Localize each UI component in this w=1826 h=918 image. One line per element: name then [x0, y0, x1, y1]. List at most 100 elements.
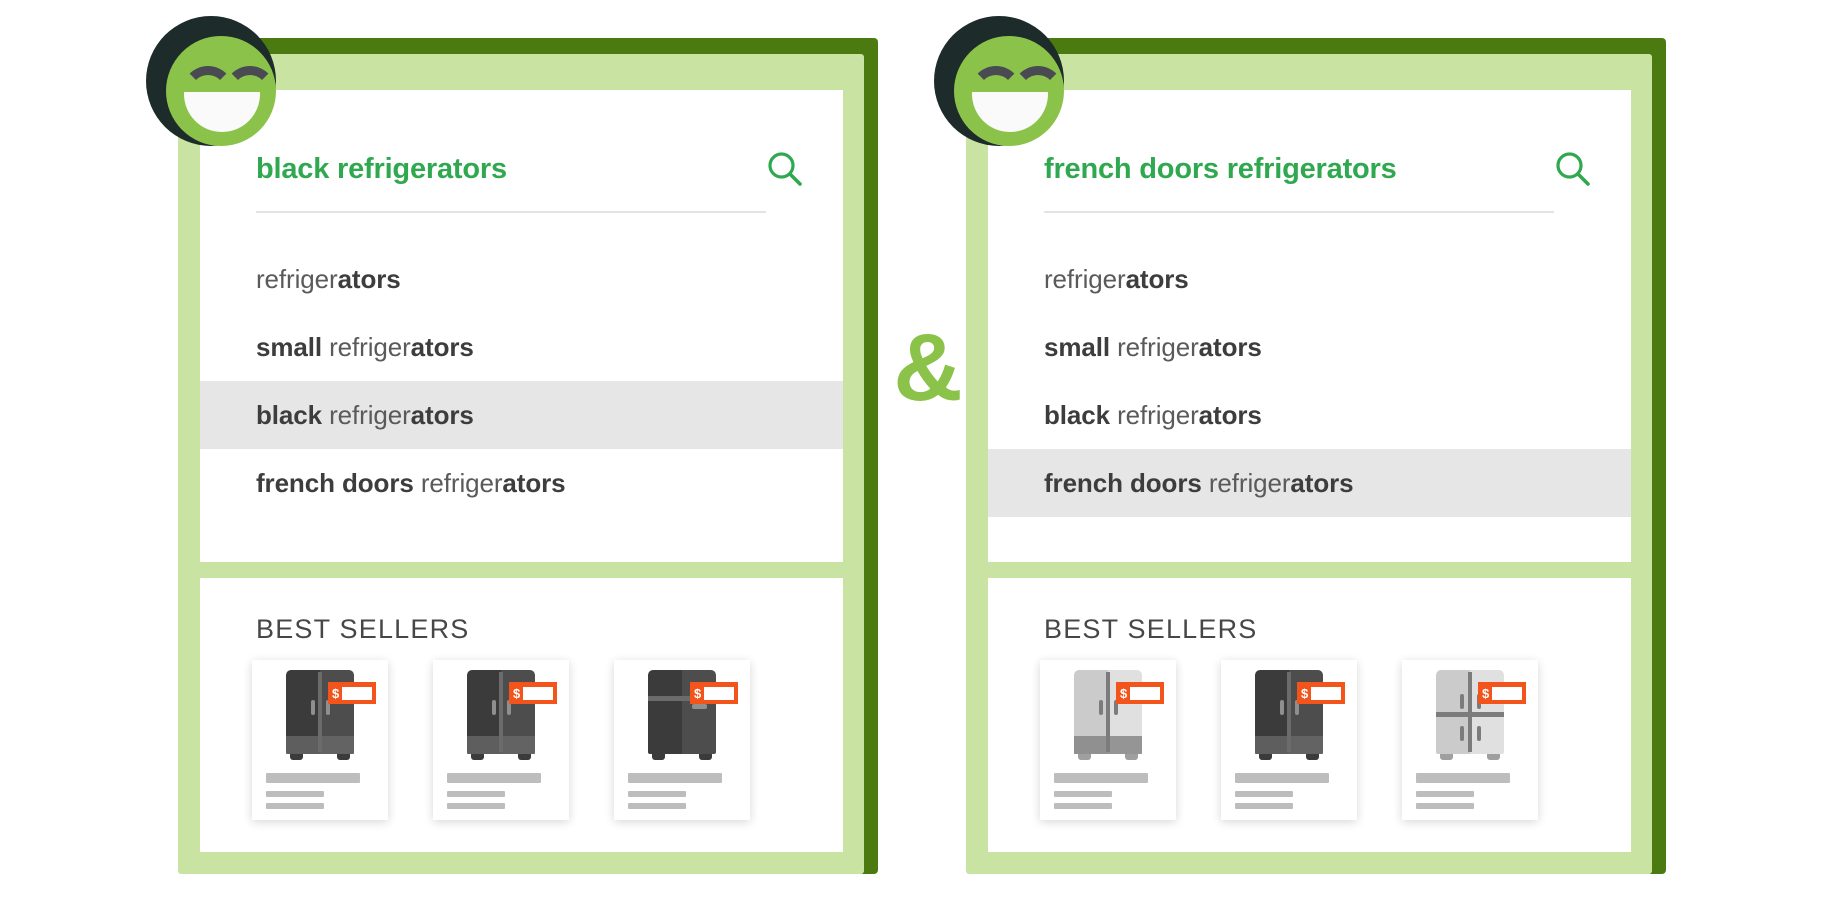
product-card[interactable]: $	[1221, 660, 1357, 820]
suggestion-item[interactable]: small refrigerators	[988, 313, 1631, 381]
panel-frame-inner: black refrigerators refrigerators small re…	[178, 54, 864, 874]
suggestion-suffix: ators	[1125, 264, 1189, 294]
suggestion-panel-right: french doors refrigerators refrigerators s…	[934, 16, 1666, 878]
suggestion-suffix: ators	[337, 264, 401, 294]
suggestion-list: refrigerators small refrigerators black re…	[200, 245, 843, 517]
suggestion-suffix: ators	[1198, 400, 1262, 430]
suggestion-item[interactable]: french doors refrigerators	[200, 449, 843, 517]
best-sellers-card: BEST SELLERS $ $ $	[988, 578, 1631, 852]
search-icon[interactable]	[1554, 150, 1592, 188]
product-row: $ $ $	[252, 660, 812, 830]
product-meta-placeholder	[1416, 791, 1474, 797]
best-sellers-title: BEST SELLERS	[1044, 614, 1258, 644]
price-currency-symbol: $	[1301, 685, 1309, 701]
ampersand-separator: &	[893, 314, 963, 421]
smiley-mouth-icon	[972, 92, 1048, 132]
product-card[interactable]: $	[252, 660, 388, 820]
product-row: $ $ $	[1040, 660, 1600, 830]
smiley-mouth-icon	[184, 92, 260, 132]
product-title-placeholder	[447, 773, 541, 783]
suggestion-prefix: small	[256, 332, 330, 362]
product-meta-placeholder	[628, 791, 686, 797]
price-tag: $	[1116, 682, 1164, 704]
suggestion-suffix: ators	[502, 468, 566, 498]
smiley-face-icon	[146, 16, 284, 154]
price-tag: $	[328, 682, 376, 704]
suggestion-stem: refriger	[1044, 264, 1126, 294]
product-meta-placeholder	[1416, 803, 1474, 809]
suggestion-item[interactable]: black refrigerators	[988, 381, 1631, 449]
suggestion-prefix: french doors	[1044, 468, 1209, 498]
search-query-text[interactable]: french doors refrigerators	[1044, 142, 1574, 196]
suggestion-stem: refriger	[420, 468, 503, 498]
best-sellers-card: BEST SELLERS $ $ $	[200, 578, 843, 852]
price-currency-symbol: $	[694, 685, 702, 701]
search-underline	[256, 211, 766, 213]
suggestion-prefix: black	[256, 400, 330, 430]
smiley-face	[166, 36, 276, 146]
suggestion-stem: refriger	[1208, 468, 1291, 498]
product-title-placeholder	[628, 773, 722, 783]
search-query-text[interactable]: black refrigerators	[256, 142, 786, 196]
price-placeholder	[704, 686, 735, 700]
product-meta-placeholder	[447, 803, 505, 809]
price-tag: $	[1478, 682, 1526, 704]
suggestion-item[interactable]: refrigerators	[200, 245, 843, 313]
price-currency-symbol: $	[1482, 685, 1490, 701]
suggestion-stem: refriger	[329, 400, 411, 430]
price-tag: $	[509, 682, 557, 704]
search-input-row[interactable]: black refrigerators	[256, 142, 802, 196]
price-placeholder	[1130, 686, 1161, 700]
panel-frame-inner: french doors refrigerators refrigerators s…	[966, 54, 1652, 874]
price-placeholder	[1311, 686, 1342, 700]
price-placeholder	[1492, 686, 1523, 700]
suggestion-suffix: ators	[410, 400, 474, 430]
suggestion-prefix: french doors	[256, 468, 421, 498]
search-card: black refrigerators refrigerators small re…	[200, 90, 843, 562]
product-card[interactable]: $	[1040, 660, 1176, 820]
product-title-placeholder	[1235, 773, 1329, 783]
search-icon[interactable]	[766, 150, 804, 188]
price-currency-symbol: $	[1120, 685, 1128, 701]
suggestion-panel-left: black refrigerators refrigerators small re…	[146, 16, 878, 878]
product-title-placeholder	[1054, 773, 1148, 783]
suggestion-item[interactable]: small refrigerators	[200, 313, 843, 381]
smiley-face-icon	[934, 16, 1072, 154]
product-meta-placeholder	[628, 803, 686, 809]
product-meta-placeholder	[1235, 791, 1293, 797]
price-placeholder	[342, 686, 373, 700]
suggestion-prefix: small	[1044, 332, 1118, 362]
suggestion-stem: refriger	[256, 264, 338, 294]
smiley-face	[954, 36, 1064, 146]
suggestion-list: refrigerators small refrigerators black re…	[988, 245, 1631, 517]
suggestion-suffix: ators	[1290, 468, 1354, 498]
product-meta-placeholder	[266, 803, 324, 809]
suggestion-item[interactable]: refrigerators	[988, 245, 1631, 313]
price-currency-symbol: $	[332, 685, 340, 701]
product-card[interactable]: $	[614, 660, 750, 820]
search-input-row[interactable]: french doors refrigerators	[1044, 142, 1590, 196]
suggestion-suffix: ators	[1198, 332, 1262, 362]
suggestion-prefix: black	[1044, 400, 1118, 430]
product-meta-placeholder	[1235, 803, 1293, 809]
product-meta-placeholder	[1054, 803, 1112, 809]
product-card[interactable]: $	[433, 660, 569, 820]
comparison-stage: black refrigerators refrigerators small re…	[0, 0, 1826, 918]
product-title-placeholder	[266, 773, 360, 783]
product-meta-placeholder	[447, 791, 505, 797]
search-underline	[1044, 211, 1554, 213]
suggestion-stem: refriger	[329, 332, 411, 362]
best-sellers-title: BEST SELLERS	[256, 614, 470, 644]
price-tag: $	[690, 682, 738, 704]
suggestion-item-selected[interactable]: french doors refrigerators	[988, 449, 1631, 517]
product-card[interactable]: $	[1402, 660, 1538, 820]
product-title-placeholder	[1416, 773, 1510, 783]
product-meta-placeholder	[266, 791, 324, 797]
suggestion-suffix: ators	[410, 332, 474, 362]
suggestion-stem: refriger	[1117, 332, 1199, 362]
search-card: french doors refrigerators refrigerators s…	[988, 90, 1631, 562]
suggestion-item-selected[interactable]: black refrigerators	[200, 381, 843, 449]
price-placeholder	[523, 686, 554, 700]
suggestion-stem: refriger	[1117, 400, 1199, 430]
price-currency-symbol: $	[513, 685, 521, 701]
